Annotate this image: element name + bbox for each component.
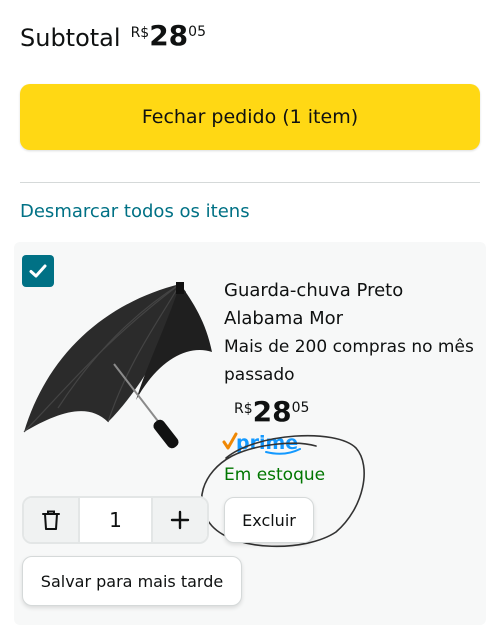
subtotal-currency: R$ [130,25,150,41]
umbrella-image[interactable] [18,282,214,460]
item-price-currency: R$ [234,401,253,417]
item-title[interactable]: Guarda-chuva Preto Alabama Mor [224,277,474,333]
save-for-later-button[interactable]: Salvar para mais tarde [22,556,242,606]
svg-text:prime: prime [236,432,298,454]
subtotal-price: R$ 28 05 [131,18,206,54]
prime-badge-icon: prime [222,432,301,455]
subtotal-whole: 28 [149,19,189,52]
checkmark-icon [29,264,47,278]
item-price: R$ 28 05 [234,394,309,430]
divider [20,182,480,183]
purchase-note: Mais de 200 compras no mês passado [224,337,474,385]
item-price-fraction: 05 [291,400,310,416]
subtotal-fraction: 05 [188,24,206,40]
delete-quantity-button[interactable] [24,498,78,542]
item-price-whole: 28 [252,395,292,428]
deselect-all-link[interactable]: Desmarcar todos os itens [20,201,250,222]
plus-icon [170,510,190,530]
quantity-stepper: 1 [22,496,209,544]
subtotal-label: Subtotal [20,24,121,52]
subtotal-row: Subtotal R$ 28 05 [20,18,206,58]
quantity-value[interactable]: 1 [78,498,153,542]
stock-status: Em estoque [224,465,326,485]
increase-quantity-button[interactable] [153,498,207,542]
trash-icon [42,510,60,530]
delete-button[interactable]: Excluir [224,497,314,543]
checkout-button[interactable]: Fechar pedido (1 item) [20,84,480,150]
